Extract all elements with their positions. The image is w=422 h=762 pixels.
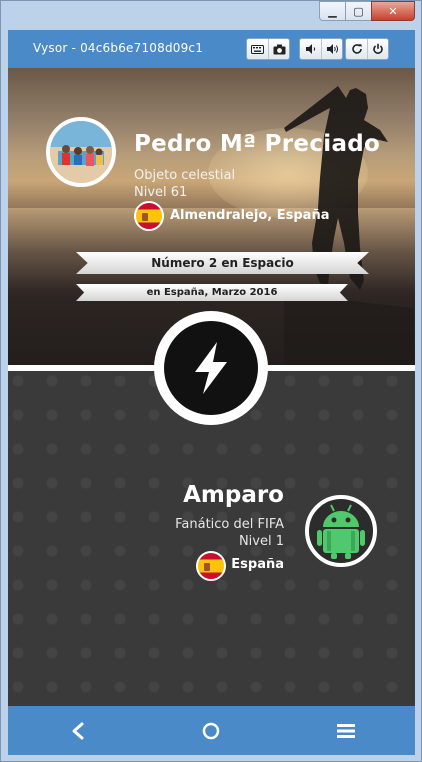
app-window: ▁ ▢ ✕ Vysor - 04c6b6e7108d09c1 Pedro Mª … [0, 0, 422, 762]
toolbar-group-2 [299, 38, 343, 60]
lightning-icon [164, 321, 258, 415]
menu-icon[interactable] [333, 718, 359, 744]
toolbar-group-3 [345, 38, 389, 60]
volume-down-icon[interactable] [300, 39, 321, 59]
android-navbar [8, 706, 415, 755]
player2-name: Amparo [183, 482, 284, 508]
player2-avatar[interactable] [305, 495, 377, 567]
window-controls: ▁ ▢ ✕ [319, 1, 415, 21]
keyboard-icon[interactable] [247, 39, 268, 59]
toolbar-group-1 [246, 38, 290, 60]
device-screen: Vysor - 04c6b6e7108d09c1 Pedro Mª Precia… [8, 30, 415, 755]
player2-level: Nivel 1 [238, 534, 284, 549]
player1-title: Objeto celestial [134, 168, 236, 183]
player1-name: Pedro Mª Preciado [134, 131, 381, 157]
vysor-toolbar: Vysor - 04c6b6e7108d09c1 [8, 30, 415, 68]
player1-level: Nivel 61 [134, 185, 188, 200]
maximize-button[interactable]: ▢ [345, 1, 371, 21]
power-icon[interactable] [367, 39, 388, 59]
back-icon[interactable] [65, 718, 91, 744]
android-icon [317, 504, 365, 559]
player1-location: Almendralejo, España [170, 208, 330, 223]
challenge-badge[interactable] [154, 311, 268, 425]
window-title: Vysor - 04c6b6e7108d09c1 [33, 41, 204, 55]
volume-up-icon[interactable] [321, 39, 342, 59]
minimize-button[interactable]: ▁ [319, 1, 345, 21]
rotate-icon[interactable] [346, 39, 367, 59]
player1-avatar[interactable] [46, 117, 116, 187]
home-icon[interactable] [198, 718, 224, 744]
rank-detail-ribbon: en España, Marzo 2016 [76, 284, 348, 301]
rank-ribbon: Número 2 en Espacio [76, 252, 369, 274]
spain-flag-icon [134, 201, 164, 231]
spain-flag-icon [196, 551, 226, 581]
player2-location: España [231, 557, 284, 572]
close-button[interactable]: ✕ [371, 1, 415, 21]
player2-title: Fanático del FIFA [175, 517, 284, 532]
camera-icon[interactable] [268, 39, 289, 59]
